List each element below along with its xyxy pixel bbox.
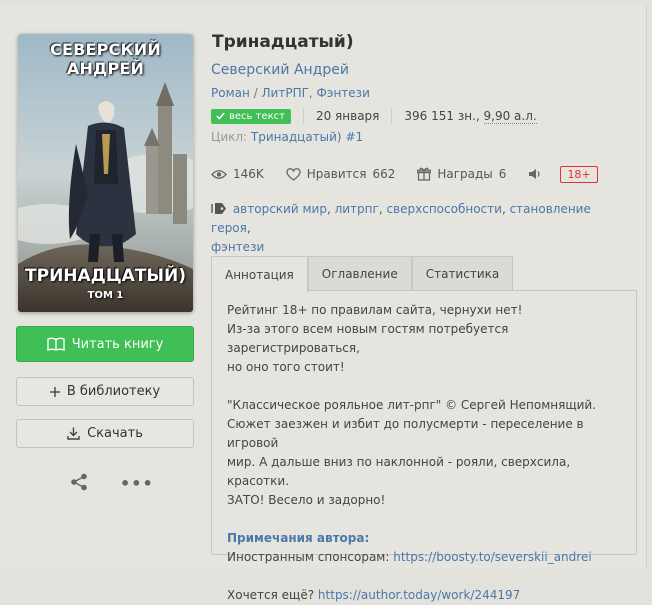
cycle-link[interactable]: Тринадцатый) — [251, 130, 342, 144]
eye-icon — [211, 169, 227, 179]
annotation-line: Рейтинг 18+ по правилам сайта, чернухи н… — [227, 303, 523, 317]
book-page-panel: СЕВЕРСКИЙ АНДРЕЙ ТРИНАДЦАТЫЙ) ТОМ 1 Чита… — [0, 6, 647, 602]
author-link[interactable]: Северский Андрей — [211, 62, 349, 78]
status-badge-label: весь текст — [229, 110, 285, 122]
cycle-number: #1 — [345, 130, 364, 144]
tags-icon — [211, 203, 226, 214]
book-cover[interactable]: СЕВЕРСКИЙ АНДРЕЙ ТРИНАДЦАТЫЙ) ТОМ 1 — [18, 34, 193, 312]
tab-statistics[interactable]: Статистика — [411, 256, 514, 291]
tab-annotation[interactable]: Аннотация — [211, 256, 308, 292]
publish-date: 20 января — [315, 109, 380, 123]
book-meta-row: весь текст 20 января 396 151 зн., 9,90 а… — [211, 106, 537, 126]
cover-author-text: СЕВЕРСКИЙ АНДРЕЙ — [50, 40, 161, 78]
divider — [391, 108, 393, 124]
genre-link[interactable]: ЛитРПГ — [262, 86, 309, 100]
likes-label: Нравится — [306, 167, 367, 181]
stats-row: 146K Нравится 662 Награды 6 18+ — [211, 164, 598, 184]
size-chars: 396 151 зн., — [404, 109, 484, 123]
likes-stat[interactable]: Нравится 662 — [286, 167, 396, 181]
cycle-label: Цикл: — [211, 130, 248, 144]
add-to-library-label: В библиотеку — [66, 384, 161, 399]
annotation-panel: Рейтинг 18+ по правилам сайта, чернухи н… — [211, 290, 637, 602]
genres-list: Роман / ЛитРПГ, Фэнтези — [211, 86, 370, 100]
tag-link[interactable]: литрпг — [335, 202, 379, 216]
awards-label: Награды — [437, 167, 493, 181]
sponsors-line: Иностранным спонсорам: https://boosty.to… — [227, 548, 622, 567]
annotation-line: Из-за этого всем новым гостям потребуетс… — [227, 322, 509, 355]
genre-link[interactable]: Фэнтези — [317, 86, 370, 100]
divider — [302, 108, 304, 124]
more-work-link[interactable]: https://author.today/work/244197 — [318, 588, 520, 602]
download-label: Скачать — [87, 426, 143, 441]
book-size: 396 151 зн., 9,90 а.л. — [404, 109, 537, 124]
add-to-library-button[interactable]: В библиотеку — [16, 377, 194, 406]
checkmark-icon — [216, 112, 225, 120]
annotation-line: мир. А дальше вниз по наклонной - рояли,… — [227, 455, 571, 488]
cycle-info: Цикл: Тринадцатый) #1 — [211, 130, 363, 144]
open-book-icon — [47, 337, 65, 351]
download-button[interactable]: Скачать — [16, 419, 194, 448]
more-options-icon[interactable]: ••• — [120, 474, 154, 493]
annotation-line: но оно того стоит! — [227, 360, 345, 374]
views-count: 146K — [233, 167, 264, 181]
book-title: Тринадцатый) — [212, 32, 354, 52]
views-stat: 146K — [211, 167, 264, 181]
tag-link[interactable]: авторский мир — [233, 202, 327, 216]
download-icon — [67, 427, 80, 440]
annotation-line: "Классическое рояльное лит-рпг" © Сергей… — [227, 398, 597, 412]
tag-link[interactable]: сверхспособности — [386, 202, 501, 216]
author-notes-heading: Примечания автора: — [227, 531, 370, 545]
heart-icon — [286, 167, 301, 181]
plus-icon — [49, 386, 60, 397]
more-line: Хочется ещё? https://author.today/work/2… — [227, 586, 622, 605]
tags-list: авторский мир, литрпг, сверхспособности,… — [211, 202, 591, 254]
sponsors-label: Иностранным спонсорам: — [227, 550, 394, 564]
annotation-line: Сюжет заезжен и избит до полусмерти - пе… — [227, 417, 584, 450]
size-author-sheets[interactable]: 9,90 а.л. — [483, 109, 537, 124]
tag-link[interactable]: фэнтези — [211, 240, 264, 254]
annotation-line: ЗАТО! Весело и задорно! — [227, 493, 386, 507]
sponsors-link[interactable]: https://boosty.to/severskii_andrei — [393, 550, 591, 564]
cover-volume-text: ТОМ 1 — [87, 290, 124, 301]
status-badge: весь текст — [211, 108, 291, 124]
age-rating-badge: 18+ — [560, 165, 598, 183]
book-tabs: Аннотация Оглавление Статистика — [211, 256, 514, 292]
awards-count: 6 — [498, 167, 507, 181]
share-icon[interactable] — [70, 473, 88, 491]
more-label: Хочется ещё? — [227, 588, 318, 602]
cover-title-text: ТРИНАДЦАТЫЙ) — [25, 266, 186, 286]
read-book-label: Читать книгу — [71, 336, 164, 352]
speaker-icon[interactable] — [528, 168, 542, 180]
read-book-button[interactable]: Читать книгу — [16, 326, 194, 362]
awards-stat[interactable]: Награды 6 — [417, 167, 506, 181]
likes-count: 662 — [372, 167, 396, 181]
genre-link[interactable]: Роман — [211, 86, 250, 100]
gift-icon — [417, 167, 432, 181]
tab-contents[interactable]: Оглавление — [307, 256, 412, 291]
